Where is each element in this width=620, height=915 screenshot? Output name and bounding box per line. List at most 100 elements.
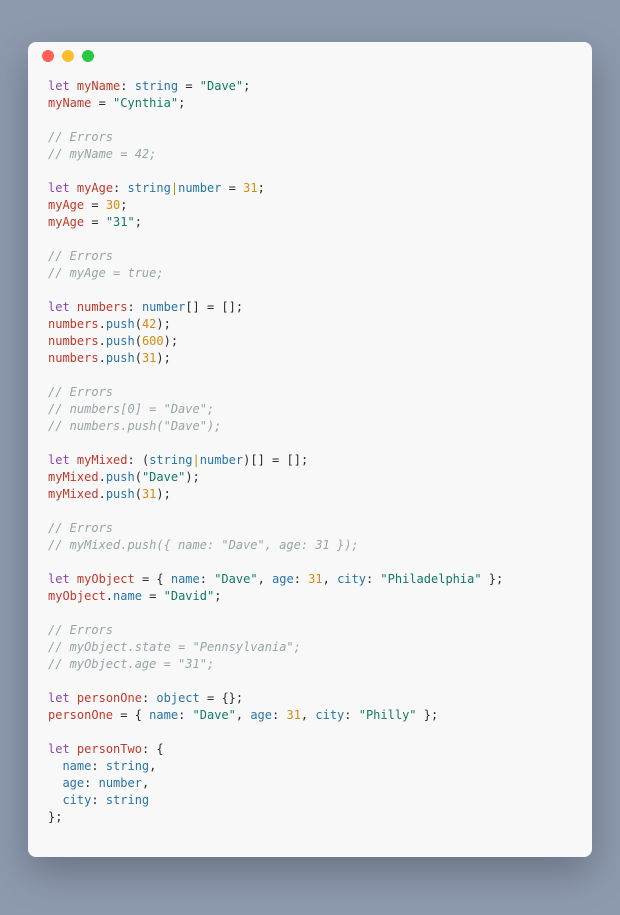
code-line	[48, 231, 572, 248]
token-com: // myAge = true;	[48, 266, 164, 280]
code-line	[48, 112, 572, 129]
maximize-icon[interactable]	[82, 50, 94, 62]
code-line: numbers.push(31);	[48, 350, 572, 367]
token-call: push	[106, 487, 135, 501]
token-kw: let	[48, 181, 70, 195]
code-line: // Errors	[48, 520, 572, 537]
code-line	[48, 503, 572, 520]
code-line: // Errors	[48, 248, 572, 265]
token-pun: =	[84, 215, 106, 229]
token-pun: ;	[120, 198, 127, 212]
token-num: 31	[308, 572, 322, 586]
code-line	[48, 724, 572, 741]
token-pun	[70, 691, 77, 705]
token-str: "Philadelphia"	[380, 572, 481, 586]
token-pun: ;	[135, 215, 142, 229]
token-pun	[48, 793, 62, 807]
token-type: number	[99, 776, 142, 790]
token-prop: age	[62, 776, 84, 790]
token-pun: :	[344, 708, 358, 722]
token-kw: let	[48, 691, 70, 705]
token-pun: : {	[142, 742, 164, 756]
token-pun: );	[156, 487, 170, 501]
code-line: // myAge = true;	[48, 265, 572, 282]
code-line: let numbers: number[] = [];	[48, 299, 572, 316]
token-pun: ,	[258, 572, 272, 586]
code-line: };	[48, 809, 572, 826]
token-var: myObject	[48, 589, 106, 603]
token-pun: = {};	[200, 691, 243, 705]
code-line: numbers.push(600);	[48, 333, 572, 350]
code-line: myMixed.push(31);	[48, 486, 572, 503]
token-pun: =	[84, 198, 106, 212]
code-line: myMixed.push("Dave");	[48, 469, 572, 486]
code-line: let personTwo: {	[48, 741, 572, 758]
token-kw: let	[48, 742, 70, 756]
token-pun: = {	[135, 572, 171, 586]
token-pun: :	[84, 776, 98, 790]
token-call: push	[106, 317, 135, 331]
token-var: numbers	[77, 300, 128, 314]
code-line: // myObject.state = "Pennsylvania";	[48, 639, 572, 656]
code-line: age: number,	[48, 775, 572, 792]
token-num: 600	[142, 334, 164, 348]
token-call: push	[106, 334, 135, 348]
token-pun: ,	[142, 776, 149, 790]
token-var: myMixed	[77, 453, 128, 467]
token-com: // numbers[0] = "Dave";	[48, 402, 214, 416]
token-type: number	[142, 300, 185, 314]
token-str: "Dave"	[142, 470, 185, 484]
token-type: string	[106, 759, 149, 773]
code-block: let myName: string = "Dave";myName = "Cy…	[28, 70, 592, 844]
token-kw: let	[48, 572, 70, 586]
token-type: object	[156, 691, 199, 705]
code-line: let myAge: string|number = 31;	[48, 180, 572, 197]
token-call: push	[106, 351, 135, 365]
token-pun: :	[128, 300, 142, 314]
token-pun: :	[366, 572, 380, 586]
token-type: number	[178, 181, 221, 195]
token-call: push	[106, 470, 135, 484]
token-pun: [] = [];	[185, 300, 243, 314]
token-com: // myObject.state = "Pennsylvania";	[48, 640, 301, 654]
token-pun	[70, 181, 77, 195]
token-str: "Dave"	[214, 572, 257, 586]
token-var: myMixed	[48, 487, 99, 501]
token-pun: .	[99, 334, 106, 348]
token-pun: };	[48, 810, 62, 824]
token-com: // numbers.push("Dave");	[48, 419, 221, 433]
token-pun: :	[272, 708, 286, 722]
token-pun: :	[200, 572, 214, 586]
token-kw: let	[48, 300, 70, 314]
token-pun: :	[294, 572, 308, 586]
token-com: // Errors	[48, 623, 113, 637]
token-str: "Philly"	[359, 708, 417, 722]
token-num: 31	[142, 351, 156, 365]
token-com: // myMixed.push({ name: "Dave", age: 31 …	[48, 538, 359, 552]
code-line: name: string,	[48, 758, 572, 775]
token-pun	[70, 742, 77, 756]
code-line: // Errors	[48, 384, 572, 401]
code-line: let myMixed: (string|number)[] = [];	[48, 452, 572, 469]
token-var: numbers	[48, 334, 99, 348]
token-com: // myObject.age = "31";	[48, 657, 214, 671]
token-var: myAge	[77, 181, 113, 195]
code-line: let personOne: object = {};	[48, 690, 572, 707]
token-pun: = {	[113, 708, 149, 722]
token-pun: };	[417, 708, 439, 722]
token-pun: (	[135, 487, 142, 501]
code-line: // numbers.push("Dave");	[48, 418, 572, 435]
token-pun: .	[99, 317, 106, 331]
token-var: personOne	[77, 691, 142, 705]
token-op: |	[171, 181, 178, 195]
token-pun: :	[113, 181, 127, 195]
token-str: "Dave"	[193, 708, 236, 722]
code-line: // myObject.age = "31";	[48, 656, 572, 673]
token-num: 42	[142, 317, 156, 331]
close-icon[interactable]	[42, 50, 54, 62]
code-line: myObject.name = "David";	[48, 588, 572, 605]
token-prop: age	[272, 572, 294, 586]
token-com: // Errors	[48, 249, 113, 263]
minimize-icon[interactable]	[62, 50, 74, 62]
code-line: // numbers[0] = "Dave";	[48, 401, 572, 418]
